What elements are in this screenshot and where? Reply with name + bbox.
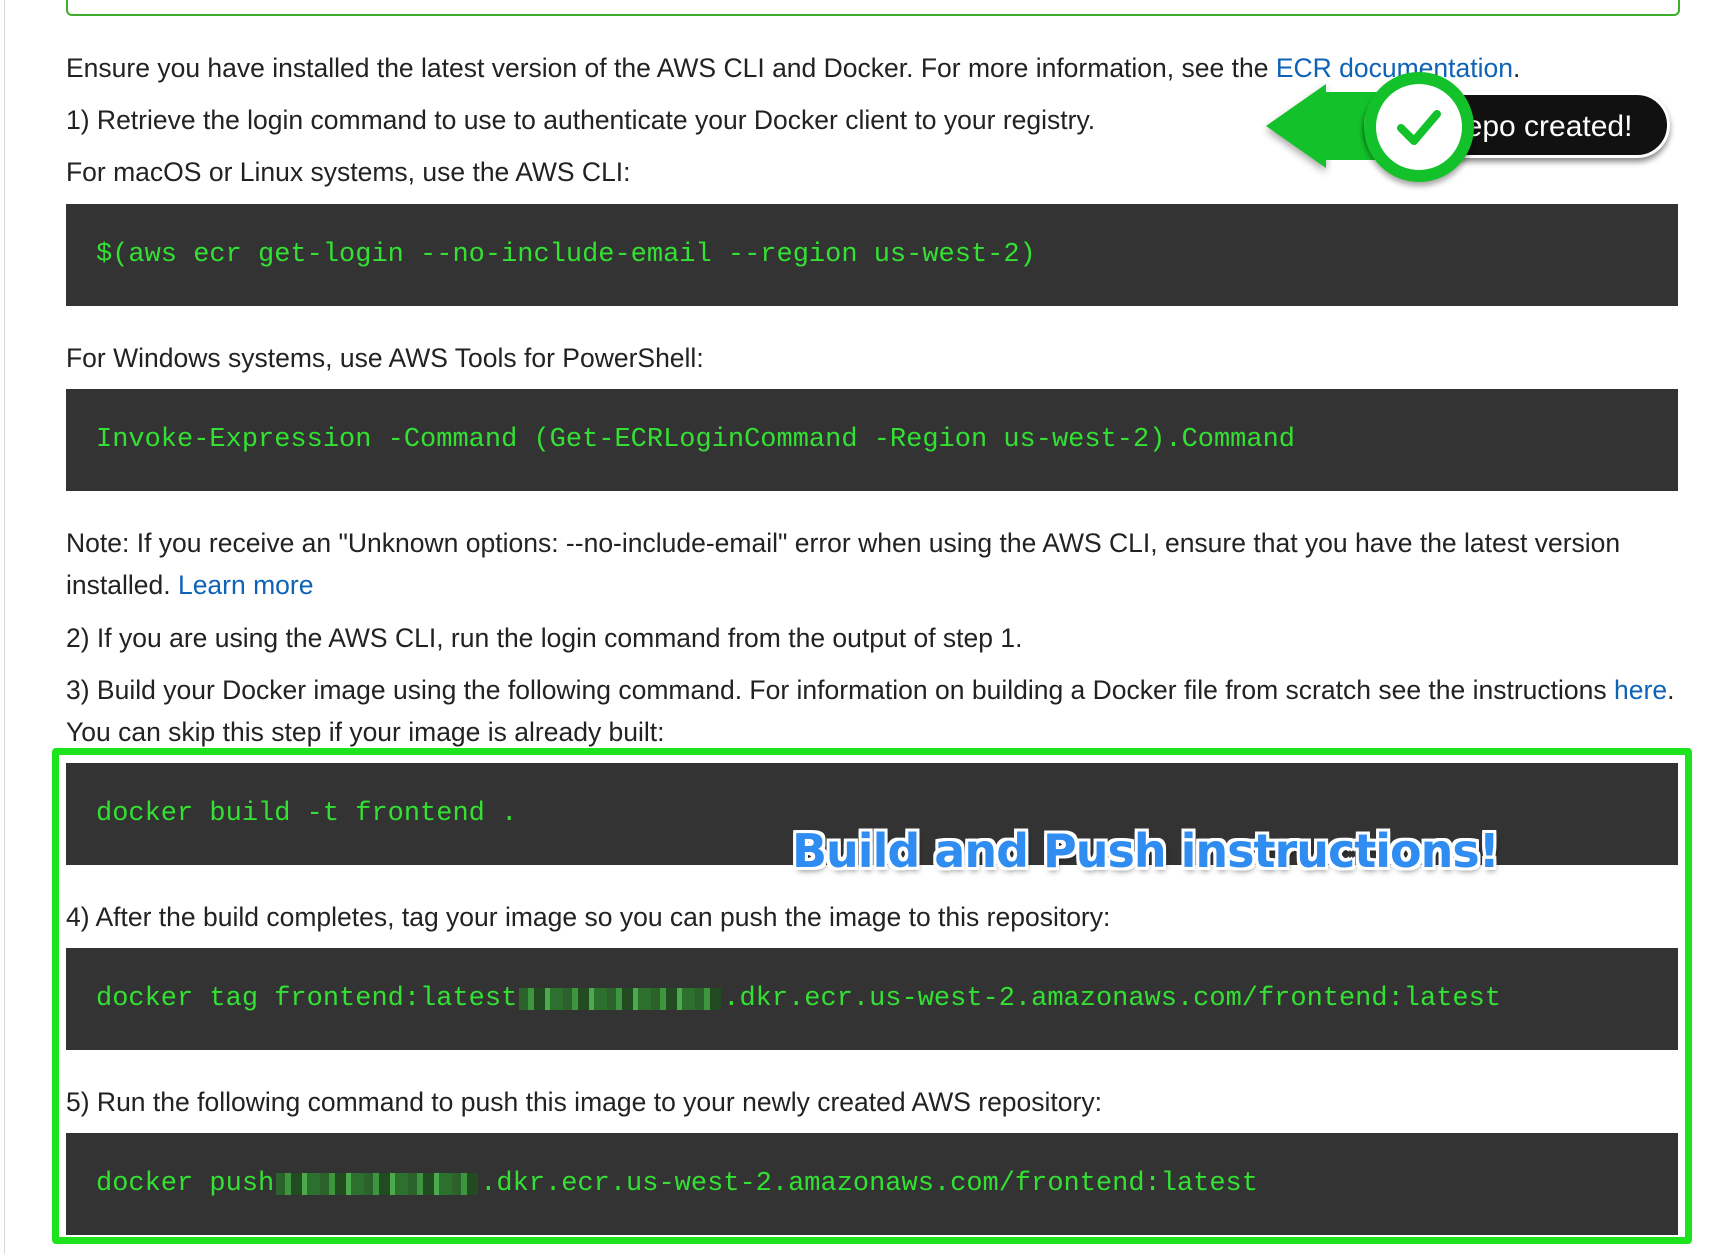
redacted-account-id <box>276 1173 479 1195</box>
intro-text-main: Ensure you have installed the latest ver… <box>66 53 1276 83</box>
step2-text: 2) If you are using the AWS CLI, run the… <box>66 623 1023 653</box>
repo-created-badge: Repo created! <box>1264 72 1672 184</box>
badge-circle <box>1364 72 1474 182</box>
checkmark-icon <box>1376 84 1462 170</box>
badge-arrow <box>1266 84 1326 168</box>
left-border <box>4 0 5 1254</box>
windows-label: For Windows systems, use AWS Tools for P… <box>66 343 704 373</box>
redacted-account-id <box>519 988 722 1010</box>
step1-text: 1) Retrieve the login command to use to … <box>66 105 1096 135</box>
step4-text: 4) After the build completes, tag your i… <box>66 902 1111 932</box>
docker-push-command-prefix: docker push <box>96 1169 275 1199</box>
windows-login-command-text: Invoke-Expression -Command (Get-ECRLogin… <box>96 425 1295 455</box>
docker-build-command-text: docker build -t frontend . <box>96 799 518 829</box>
checkmark-icon-svg <box>1397 110 1441 145</box>
mac-login-command[interactable]: $(aws ecr get-login --no-include-email -… <box>66 204 1678 306</box>
docker-tag-command-prefix: docker tag frontend:latest <box>96 984 518 1014</box>
step3-text: 3) Build your Docker image using the fol… <box>66 669 1686 753</box>
build-push-annotation: Build and Push instructions! <box>792 824 1500 878</box>
page: Ensure you have installed the latest ver… <box>0 0 1716 1254</box>
docker-tag-command-suffix: .dkr.ecr.us-west-2.amazonaws.com/fronten… <box>723 984 1502 1014</box>
docker-tag-command[interactable]: docker tag frontend:latest .dkr.ecr.us-w… <box>66 948 1678 1050</box>
here-link[interactable]: here <box>1614 675 1667 705</box>
learn-more-link[interactable]: Learn more <box>178 570 314 600</box>
docker-push-command-suffix: .dkr.ecr.us-west-2.amazonaws.com/fronten… <box>480 1169 1258 1199</box>
step3-text-main: 3) Build your Docker image using the fol… <box>66 675 1615 705</box>
success-banner-edge <box>66 0 1680 16</box>
mac-label: For macOS or Linux systems, use the AWS … <box>66 157 631 187</box>
windows-login-command[interactable]: Invoke-Expression -Command (Get-ECRLogin… <box>66 389 1678 491</box>
docker-push-command[interactable]: docker push .dkr.ecr.us-west-2.amazonaws… <box>66 1133 1678 1235</box>
step5-text: 5) Run the following command to push thi… <box>66 1087 1102 1117</box>
mac-login-command-text: $(aws ecr get-login --no-include-email -… <box>96 240 1036 270</box>
note-text: Note: If you receive an "Unknown options… <box>66 522 1686 606</box>
